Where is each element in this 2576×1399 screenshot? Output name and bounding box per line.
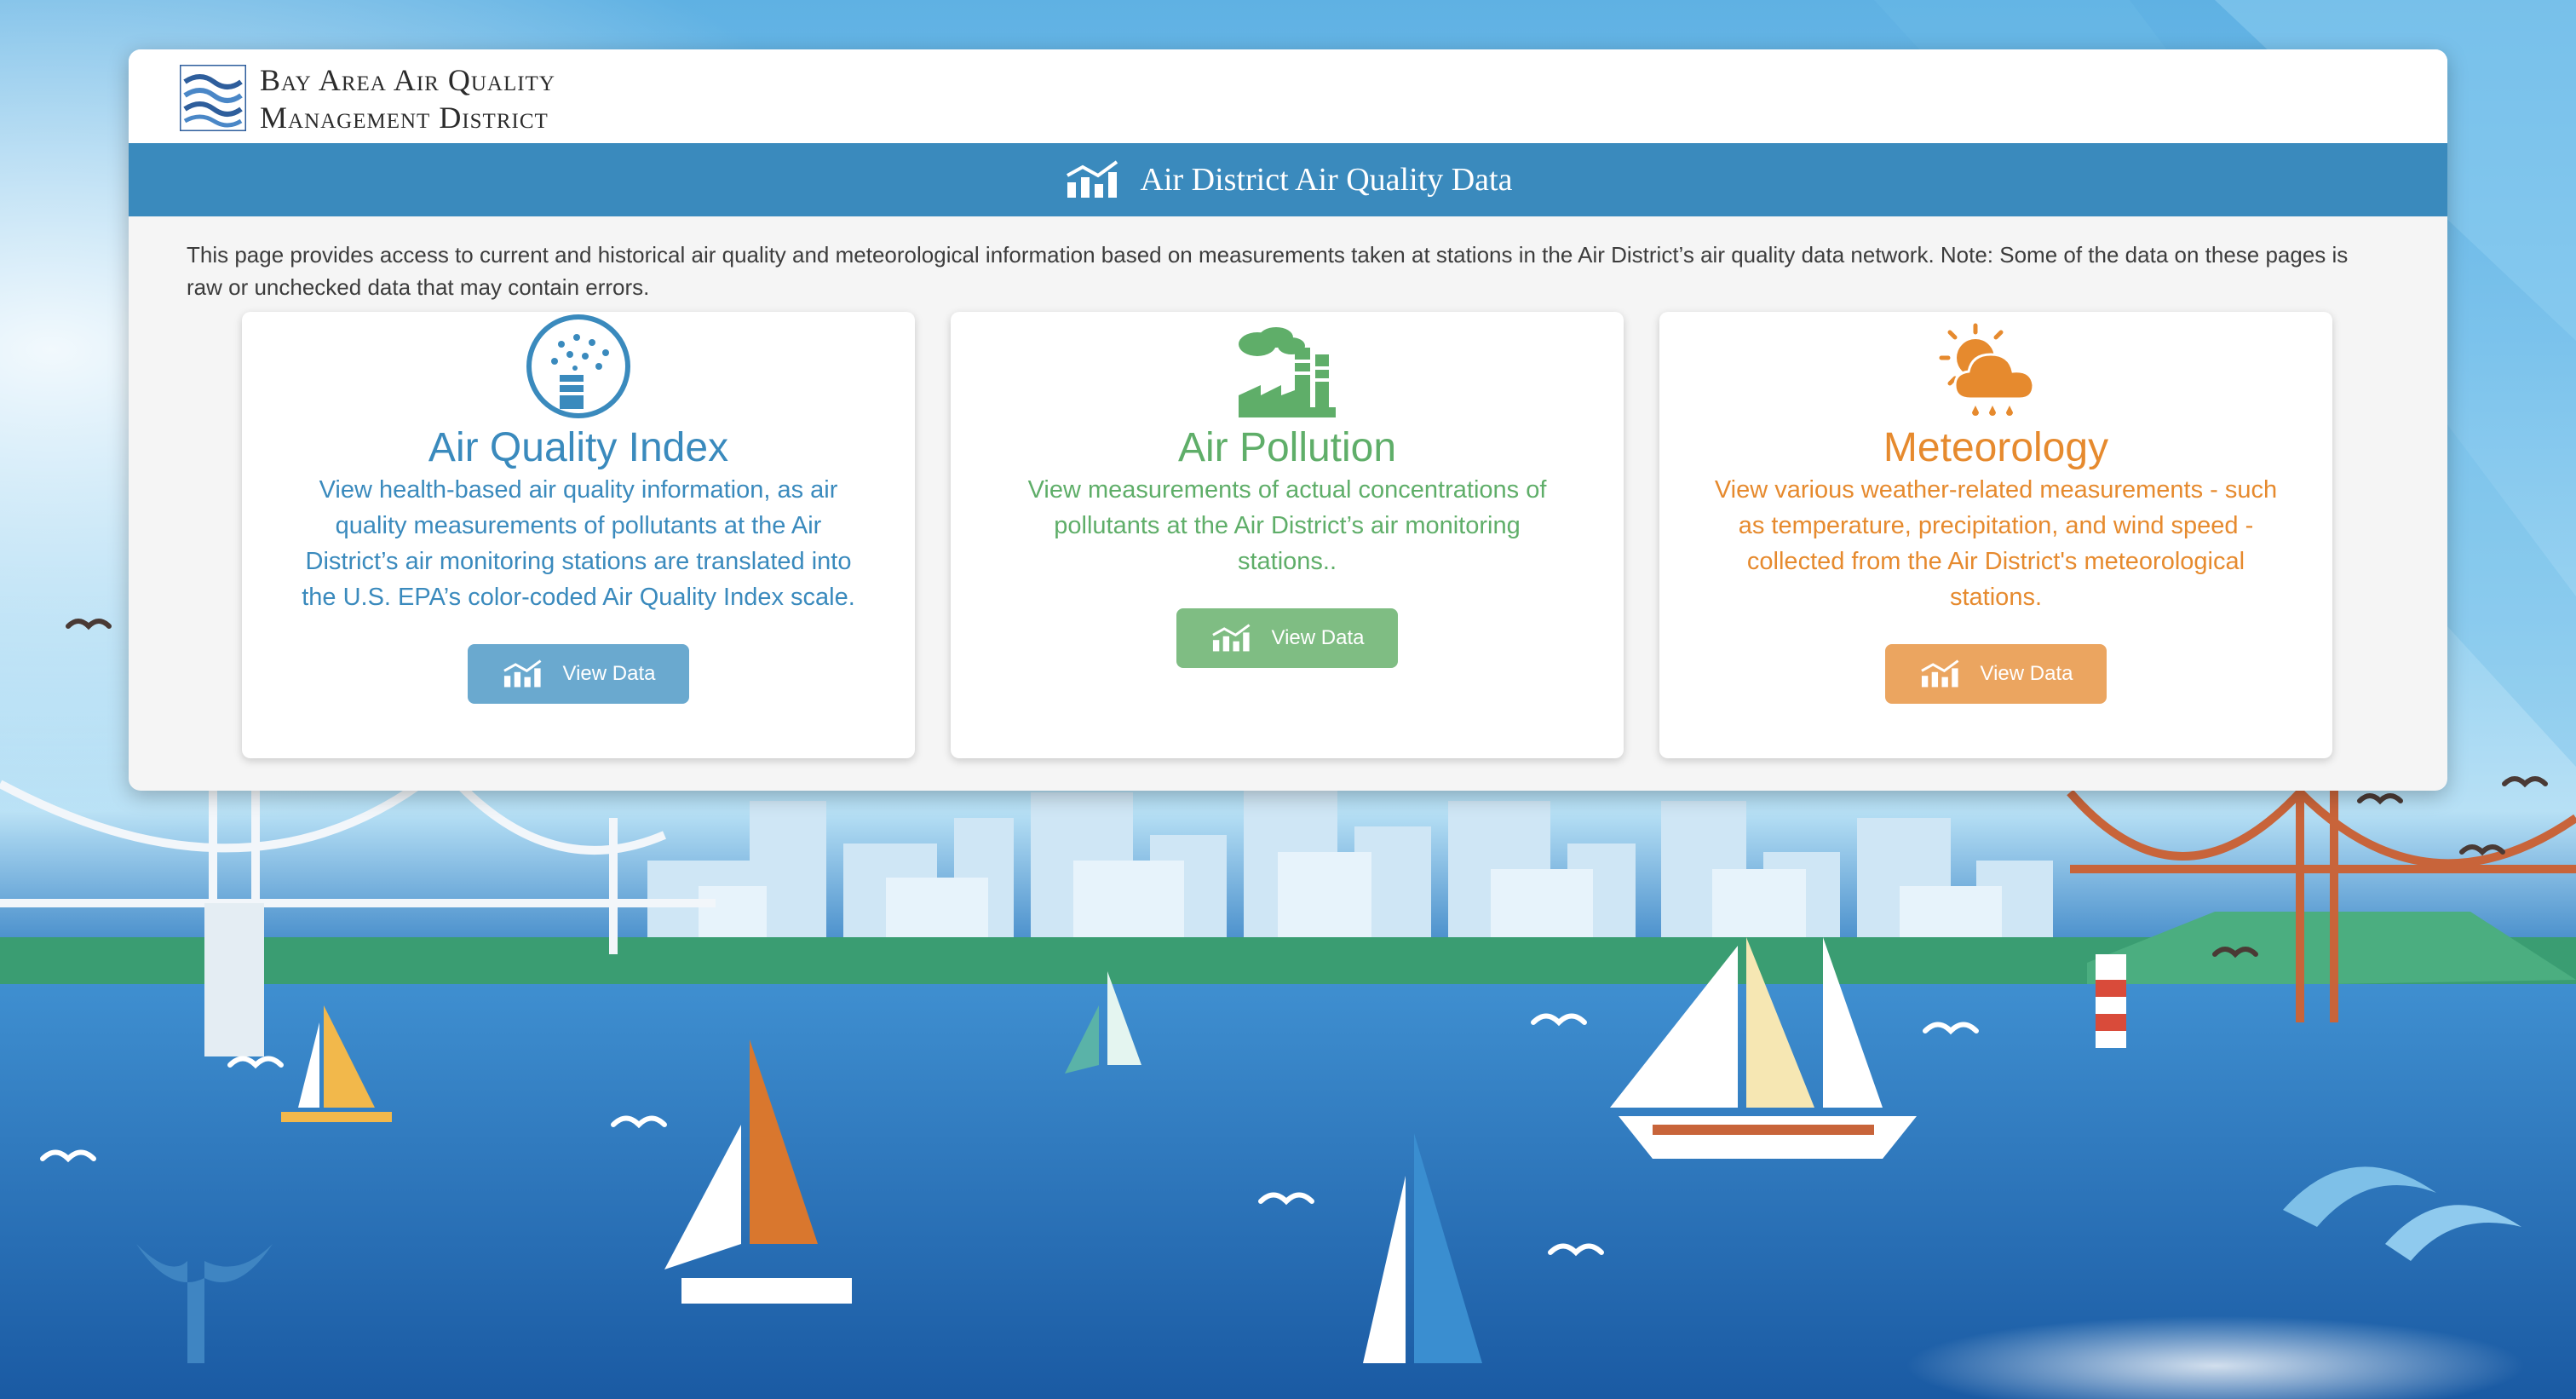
air-quality-index-card: Air Quality Index View health-based air … xyxy=(242,312,915,758)
main-panel: Bay Area Air Quality Management District… xyxy=(129,49,2447,791)
button-label: View Data xyxy=(1271,626,1365,649)
meteorology-view-data-button[interactable]: View Data xyxy=(1885,644,2107,704)
card-title[interactable]: Air Pollution xyxy=(951,424,1624,472)
page-title: Air District Air Quality Data xyxy=(1140,162,1513,198)
baaqmd-logo-icon[interactable] xyxy=(180,65,246,131)
card-description: View health-based air quality informatio… xyxy=(302,476,855,611)
button-label: View Data xyxy=(562,662,656,685)
meteorology-card: Meteorology View various weather-related… xyxy=(1659,312,2332,758)
card-title[interactable]: Meteorology xyxy=(1659,424,2332,472)
air-pollution-card: Air Pollution View measurements of actua… xyxy=(951,312,1624,758)
bar-chart-icon xyxy=(1211,624,1250,652)
bar-chart-icon xyxy=(503,659,541,688)
page-title-bar: Air District Air Quality Data xyxy=(129,143,2447,216)
card-description: View various weather-related measurement… xyxy=(1714,476,2278,611)
sun-cloud-rain-icon xyxy=(1939,323,2035,416)
button-label: View Data xyxy=(1980,662,2073,685)
card-description: View measurements of actual concentratio… xyxy=(1027,476,1547,575)
card-title[interactable]: Air Quality Index xyxy=(242,424,915,472)
aqi-view-data-button[interactable]: View Data xyxy=(468,644,689,704)
data-categories: Air Quality Index View health-based air … xyxy=(129,312,2447,789)
logo-line-2: Management District xyxy=(260,101,549,135)
logo-line-1: Bay Area Air Quality xyxy=(260,63,555,97)
intro-text: This page provides access to current and… xyxy=(187,242,2349,300)
bar-chart-icon xyxy=(1920,659,1958,688)
factory-smoke-icon xyxy=(1239,327,1336,417)
air-pollution-view-data-button[interactable]: View Data xyxy=(1176,608,1398,668)
air-quality-gauge-icon xyxy=(526,314,630,418)
logo-bar: Bay Area Air Quality Management District xyxy=(129,49,2447,143)
bar-chart-icon xyxy=(1066,160,1118,198)
district-name[interactable]: Bay Area Air Quality Management District xyxy=(260,61,555,136)
